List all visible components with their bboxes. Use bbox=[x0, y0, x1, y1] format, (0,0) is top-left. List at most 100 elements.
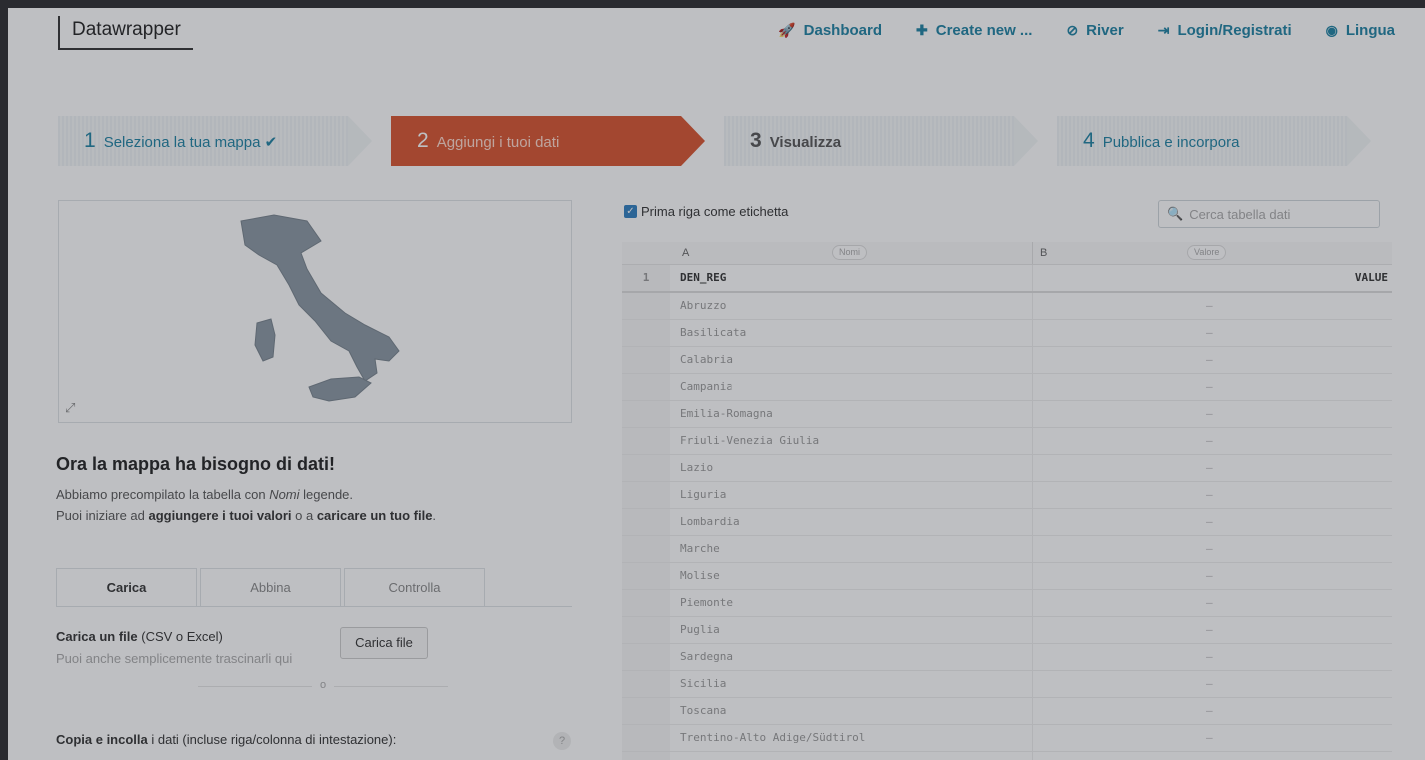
cell-b[interactable]: – bbox=[1206, 293, 1213, 319]
intro-line-2: Puoi iniziare ad aggiungere i tuoi valor… bbox=[56, 508, 437, 523]
cell-b[interactable]: – bbox=[1206, 698, 1213, 724]
cell-a[interactable]: Lombardia bbox=[680, 509, 740, 535]
cell-a[interactable]: Lazio bbox=[680, 455, 713, 481]
cell-b[interactable]: – bbox=[1206, 347, 1213, 373]
cell-divider bbox=[1032, 671, 1033, 697]
cell-b[interactable]: – bbox=[1206, 590, 1213, 616]
cell-a[interactable]: Piemonte bbox=[680, 590, 733, 616]
table-row[interactable]: Lazio – bbox=[622, 455, 1392, 482]
step-add-data[interactable]: 2 Aggiungi i tuoi dati bbox=[391, 116, 705, 166]
nav-create-new[interactable]: ✚ Create new ... bbox=[916, 22, 1032, 39]
nav-login[interactable]: ⇥ Login/Registrati bbox=[1158, 22, 1292, 39]
nav-dashboard[interactable]: 🚀 Dashboard bbox=[778, 22, 882, 39]
cell-b[interactable]: – bbox=[1206, 482, 1213, 508]
table-row[interactable]: Basilicata – bbox=[622, 320, 1392, 347]
row-number bbox=[622, 428, 670, 454]
cell-b[interactable]: – bbox=[1206, 536, 1213, 562]
wizard-steps: 1 Seleziona la tua mappa ✔ 2 Aggiungi i tu… bbox=[58, 116, 1378, 166]
cell-b[interactable]: – bbox=[1206, 428, 1213, 454]
cell-b[interactable]: – bbox=[1206, 455, 1213, 481]
table-row[interactable]: Puglia – bbox=[622, 617, 1392, 644]
globe-icon: ◉ bbox=[1325, 22, 1338, 38]
step-label: Visualizza bbox=[769, 134, 842, 151]
row-number bbox=[622, 320, 670, 346]
cell-b[interactable]: – bbox=[1206, 320, 1213, 346]
nav-language[interactable]: ◉ Lingua bbox=[1326, 22, 1395, 39]
table-row[interactable]: Sicilia – bbox=[622, 671, 1392, 698]
cell-b[interactable]: – bbox=[1206, 644, 1213, 670]
cell-b[interactable]: – bbox=[1206, 725, 1213, 751]
cell-divider bbox=[1032, 455, 1033, 481]
river-icon: ⊘ bbox=[1066, 22, 1079, 38]
cell-a[interactable]: DEN_REG bbox=[680, 265, 726, 291]
table-row[interactable]: Umbria – bbox=[622, 752, 1392, 760]
cell-a[interactable]: Sicilia bbox=[680, 671, 726, 697]
first-row-label-checkbox[interactable]: ✓ Prima riga come etichetta bbox=[624, 204, 788, 219]
cell-a[interactable]: Molise bbox=[680, 563, 720, 589]
row-number bbox=[622, 752, 670, 760]
cell-b[interactable]: – bbox=[1206, 374, 1213, 400]
tab-controlla[interactable]: Controlla bbox=[344, 568, 485, 606]
cell-a[interactable]: Liguria bbox=[680, 482, 726, 508]
row-number bbox=[622, 482, 670, 508]
table-search-input[interactable]: 🔍 Cerca tabella dati bbox=[1158, 200, 1380, 228]
plus-icon: ✚ bbox=[916, 22, 928, 38]
expand-icon[interactable]: ⤢ bbox=[65, 400, 75, 416]
column-divider bbox=[1032, 242, 1033, 264]
cell-a[interactable]: Abruzzo bbox=[680, 293, 726, 319]
cell-a[interactable]: Marche bbox=[680, 536, 720, 562]
cell-divider bbox=[1032, 590, 1033, 616]
or-divider: o bbox=[198, 679, 448, 699]
tab-carica[interactable]: Carica bbox=[56, 568, 197, 606]
step-number: 4 bbox=[1083, 129, 1095, 152]
step-publish[interactable]: 4 Pubblica e incorpora bbox=[1057, 116, 1371, 166]
data-tabs: Carica Abbina Controlla bbox=[56, 568, 572, 607]
cell-a[interactable]: Umbria bbox=[680, 752, 720, 760]
italy-map bbox=[240, 214, 400, 402]
step-select-map[interactable]: 1 Seleziona la tua mappa ✔ bbox=[58, 116, 372, 166]
cell-a[interactable]: Friuli-Venezia Giulia bbox=[680, 428, 819, 454]
cell-divider bbox=[1032, 265, 1033, 291]
checkbox-checked-icon[interactable]: ✓ bbox=[624, 205, 637, 218]
nav-label: River bbox=[1086, 22, 1124, 39]
checkbox-label: Prima riga come etichetta bbox=[641, 204, 789, 219]
step-number: 1 bbox=[84, 129, 96, 152]
table-row[interactable]: Marche – bbox=[622, 536, 1392, 563]
table-row[interactable]: Piemonte – bbox=[622, 590, 1392, 617]
table-row[interactable]: Toscana – bbox=[622, 698, 1392, 725]
step-visualize[interactable]: 3 Visualizza bbox=[724, 116, 1038, 166]
cell-a[interactable]: Calabria bbox=[680, 347, 733, 373]
row-number bbox=[622, 644, 670, 670]
cell-divider bbox=[1032, 401, 1033, 427]
table-row[interactable]: Molise – bbox=[622, 563, 1392, 590]
cell-b[interactable]: – bbox=[1206, 563, 1213, 589]
cell-a[interactable]: Puglia bbox=[680, 617, 720, 643]
table-row[interactable]: Friuli-Venezia Giulia – bbox=[622, 428, 1392, 455]
table-row[interactable]: Sardegna – bbox=[622, 644, 1392, 671]
tab-abbina[interactable]: Abbina bbox=[200, 568, 341, 606]
table-row[interactable]: Abruzzo – bbox=[622, 293, 1392, 320]
cell-a[interactable]: Toscana bbox=[680, 698, 726, 724]
table-header-row[interactable]: 1 DEN_REG VALUE bbox=[622, 265, 1392, 293]
table-row[interactable]: Calabria – bbox=[622, 347, 1392, 374]
help-icon[interactable]: ? bbox=[553, 732, 571, 750]
cell-b[interactable]: VALUE bbox=[1355, 265, 1388, 291]
datawrapper-logo[interactable]: Datawrapper bbox=[58, 16, 193, 50]
nav-river[interactable]: ⊘ River bbox=[1066, 22, 1123, 39]
cell-a[interactable]: Trentino-Alto Adige/Südtirol bbox=[680, 725, 865, 751]
column-a-type: Nomi bbox=[832, 245, 868, 260]
intro-line-1: Abbiamo precompilato la tabella con Nomi… bbox=[56, 487, 354, 502]
cell-a[interactable]: Basilicata bbox=[680, 320, 746, 346]
cell-a[interactable]: Sardegna bbox=[680, 644, 733, 670]
table-row[interactable]: Lombardia – bbox=[622, 509, 1392, 536]
column-a-header[interactable]: A bbox=[682, 247, 689, 259]
cell-b[interactable]: – bbox=[1206, 509, 1213, 535]
cell-b[interactable]: – bbox=[1206, 671, 1213, 697]
table-row[interactable]: Liguria – bbox=[622, 482, 1392, 509]
column-b-header[interactable]: B bbox=[1040, 247, 1047, 259]
cell-b[interactable]: – bbox=[1206, 617, 1213, 643]
upload-file-button[interactable]: Carica file bbox=[340, 627, 428, 659]
table-row[interactable]: Trentino-Alto Adige/Südtirol – bbox=[622, 725, 1392, 752]
cell-b[interactable]: – bbox=[1206, 752, 1213, 760]
cell-b[interactable]: – bbox=[1206, 401, 1213, 427]
